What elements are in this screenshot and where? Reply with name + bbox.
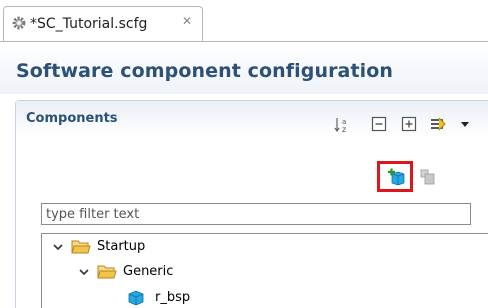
expand-all-icon[interactable] xyxy=(399,114,419,134)
remove-component-icon[interactable] xyxy=(417,166,437,186)
filter-menu-icon[interactable] xyxy=(429,114,473,134)
gear-icon xyxy=(11,15,27,31)
tree-node-label: r_bsp xyxy=(155,290,191,305)
tree-node-r-bsp[interactable]: r_bsp xyxy=(42,288,242,308)
collapse-all-icon[interactable] xyxy=(369,114,389,134)
sort-alpha-icon[interactable]: a z xyxy=(333,114,353,134)
add-component-icon xyxy=(386,167,406,187)
editor-tab-label: *SC_Tutorial.scfg xyxy=(30,16,148,32)
editor-tab[interactable]: *SC_Tutorial.scfg ✕ xyxy=(3,6,203,42)
component-icon xyxy=(126,288,146,306)
component-tree: Startup Generic r_bsp xyxy=(41,233,488,308)
editor-tab-strip: *SC_Tutorial.scfg ✕ xyxy=(0,0,488,42)
add-component-button[interactable] xyxy=(377,161,413,192)
svg-text:z: z xyxy=(342,125,346,134)
close-icon[interactable]: ✕ xyxy=(182,14,192,28)
filter-input[interactable] xyxy=(41,203,471,225)
tree-node-generic[interactable]: Generic xyxy=(42,262,242,282)
folder-open-icon xyxy=(71,239,91,255)
tree-node-label: Startup xyxy=(97,239,146,254)
tree-node-label: Generic xyxy=(123,264,174,279)
folder-open-icon xyxy=(97,264,117,280)
page-title: Software component configuration xyxy=(16,60,394,82)
chevron-down-icon[interactable] xyxy=(78,266,90,278)
tree-node-startup[interactable]: Startup xyxy=(42,237,242,257)
chevron-down-icon[interactable] xyxy=(52,241,64,253)
section-title: Components xyxy=(26,111,118,126)
